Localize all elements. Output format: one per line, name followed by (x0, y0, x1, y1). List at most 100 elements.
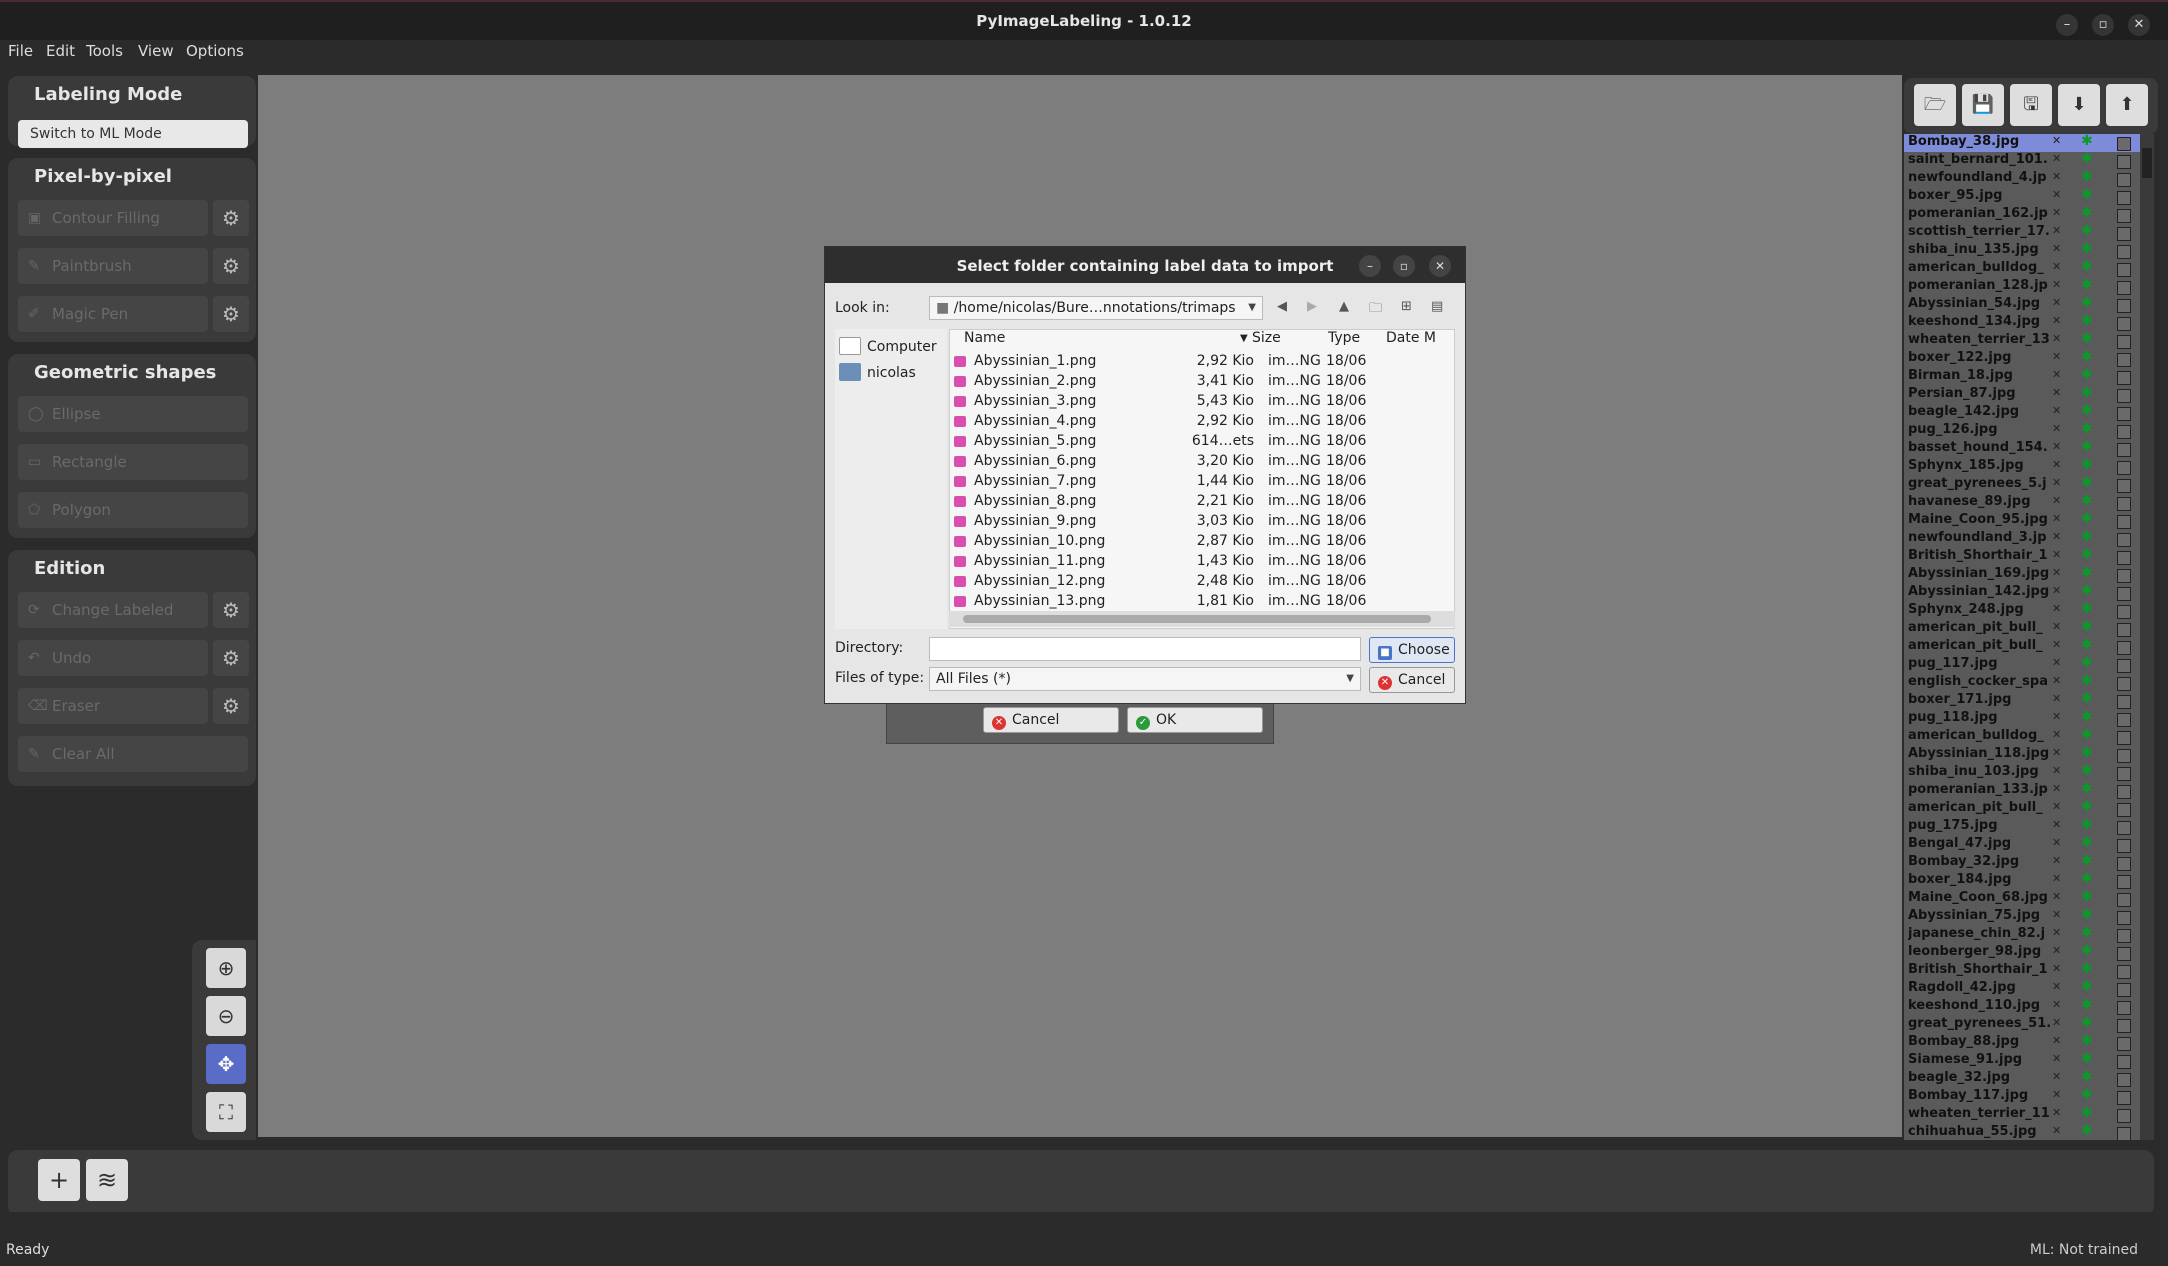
ellipse-button[interactable]: ◯ Ellipse (18, 396, 248, 432)
visibility-checkbox[interactable] (2117, 407, 2131, 421)
remove-icon[interactable]: ✕ (2052, 746, 2061, 759)
remove-icon[interactable]: ✕ (2052, 1088, 2061, 1101)
image-list-item[interactable]: Birman_18.jpg ✕ ✱ (1904, 367, 2140, 386)
visibility-checkbox[interactable] (2117, 1091, 2131, 1105)
visibility-checkbox[interactable] (2117, 839, 2131, 853)
dialog-cancel-button[interactable]: ✕ Cancel (1369, 667, 1455, 693)
visibility-checkbox[interactable] (2117, 587, 2131, 601)
file-row[interactable]: Abyssinian_6.png 3,20 Kio im…NG 18/06 (950, 452, 1450, 472)
minimize-icon[interactable]: – (1359, 255, 1381, 277)
image-list-scrollbar[interactable] (2140, 134, 2154, 1140)
image-list-item[interactable]: boxer_122.jpg ✕ ✱ (1904, 349, 2140, 368)
remove-icon[interactable]: ✕ (2052, 998, 2061, 1011)
back-icon[interactable]: ◀ (1277, 299, 1287, 314)
image-list-item[interactable]: Maine_Coon_95.jpg ✕ ✱ (1904, 511, 2140, 530)
visibility-checkbox[interactable] (2117, 731, 2131, 745)
change-labeled-area-button[interactable]: ⟳Change Labeled Area (18, 592, 208, 655)
remove-icon[interactable]: ✕ (2052, 260, 2061, 273)
image-list-item[interactable]: Ragdoll_42.jpg ✕ ✱ (1904, 979, 2140, 998)
image-list-item[interactable]: Abyssinian_169.jpg ✕ ✱ (1904, 565, 2140, 584)
visibility-checkbox[interactable] (2117, 677, 2131, 691)
visibility-checkbox[interactable] (2117, 605, 2131, 619)
image-list-item[interactable]: Abyssinian_54.jpg ✕ ✱ (1904, 295, 2140, 314)
image-list-item[interactable]: american_pit_bull_ ✕ ✱ (1904, 799, 2140, 818)
visibility-checkbox[interactable] (2117, 767, 2131, 781)
remove-icon[interactable]: ✕ (2052, 422, 2061, 435)
maximize-icon[interactable]: ▫ (1393, 255, 1415, 277)
remove-icon[interactable]: ✕ (2052, 638, 2061, 651)
remove-icon[interactable]: ✕ (2052, 512, 2061, 525)
remove-icon[interactable]: ✕ (2052, 530, 2061, 543)
column-name[interactable]: Name (964, 330, 1005, 350)
image-list-item[interactable]: american_bulldog_ ✕ ✱ (1904, 727, 2140, 746)
visibility-checkbox[interactable] (2117, 1127, 2131, 1140)
image-list-item[interactable]: boxer_184.jpg ✕ ✱ (1904, 871, 2140, 890)
image-list[interactable]: Bombay_38.jpg ✕ ✱ saint_bernard_101. ✕ ✱ newfo… (1904, 134, 2154, 1140)
save-icon[interactable]: 💾 (1962, 84, 2004, 126)
image-list-item[interactable]: havanese_89.jpg ✕ ✱ (1904, 493, 2140, 512)
image-list-item[interactable]: pug_175.jpg ✕ ✱ (1904, 817, 2140, 836)
image-list-item[interactable]: Sphynx_248.jpg ✕ ✱ (1904, 601, 2140, 620)
remove-icon[interactable]: ✕ (2052, 620, 2061, 633)
remove-icon[interactable]: ✕ (2052, 458, 2061, 471)
clear-all-button[interactable]: ✎ Clear All (18, 736, 248, 772)
remove-icon[interactable]: ✕ (2052, 1016, 2061, 1029)
image-list-item[interactable]: shiba_inu_103.jpg ✕ ✱ (1904, 763, 2140, 782)
image-list-item[interactable]: pug_118.jpg ✕ ✱ (1904, 709, 2140, 728)
image-list-item[interactable]: pomeranian_128.jp ✕ ✱ (1904, 277, 2140, 296)
visibility-checkbox[interactable] (2117, 299, 2131, 313)
image-list-item[interactable]: beagle_142.jpg ✕ ✱ (1904, 403, 2140, 422)
visibility-checkbox[interactable] (2117, 1109, 2131, 1123)
image-list-item[interactable]: keeshond_134.jpg ✕ ✱ (1904, 313, 2140, 332)
image-list-item[interactable]: Abyssinian_75.jpg ✕ ✱ (1904, 907, 2140, 926)
magic-pen-button[interactable]: ✐ Magic Pen (18, 296, 208, 332)
image-list-item[interactable]: Bombay_88.jpg ✕ ✱ (1904, 1033, 2140, 1052)
save-all-icon[interactable]: 🖫 (2010, 84, 2052, 126)
remove-icon[interactable]: ✕ (2052, 800, 2061, 813)
visibility-checkbox[interactable] (2117, 191, 2131, 205)
menu-file[interactable]: File (8, 42, 33, 60)
remove-icon[interactable]: ✕ (2052, 1106, 2061, 1119)
file-list[interactable]: Name ▼ Size Type Date M Abyssinian_1.png… (949, 329, 1455, 629)
remove-icon[interactable]: ✕ (2052, 980, 2061, 993)
remove-icon[interactable]: ✕ (2052, 854, 2061, 867)
zoom-out-icon[interactable]: ⊖ (206, 996, 246, 1036)
gear-icon[interactable]: ⚙ (213, 640, 249, 676)
image-list-item[interactable]: pug_126.jpg ✕ ✱ (1904, 421, 2140, 440)
rectangle-button[interactable]: ▭ Rectangle (18, 444, 248, 480)
image-list-item[interactable]: beagle_32.jpg ✕ ✱ (1904, 1069, 2140, 1088)
column-date[interactable]: Date M (1386, 330, 1436, 350)
remove-icon[interactable]: ✕ (2052, 1124, 2061, 1137)
place-nicolas[interactable]: nicolas (839, 363, 916, 381)
file-row[interactable]: Abyssinian_4.png 2,92 Kio im…NG 18/06 (950, 412, 1450, 432)
file-row[interactable]: Abyssinian_9.png 3,03 Kio im…NG 18/06 (950, 512, 1450, 532)
new-folder-icon[interactable]: 🗀 (1369, 299, 1382, 321)
image-list-item[interactable]: saint_bernard_101. ✕ ✱ (1904, 151, 2140, 170)
remove-icon[interactable]: ✕ (2052, 782, 2061, 795)
visibility-checkbox[interactable] (2117, 947, 2131, 961)
visibility-checkbox[interactable] (2117, 623, 2131, 637)
image-list-item[interactable]: boxer_95.jpg ✕ ✱ (1904, 187, 2140, 206)
remove-icon[interactable]: ✕ (2052, 494, 2061, 507)
file-row[interactable]: Abyssinian_8.png 2,21 Kio im…NG 18/06 (950, 492, 1450, 512)
paintbrush-button[interactable]: ✎ Paintbrush (18, 248, 208, 284)
visibility-checkbox[interactable] (2117, 821, 2131, 835)
ok-button[interactable]: ✓ OK (1127, 707, 1263, 733)
remove-icon[interactable]: ✕ (2052, 350, 2061, 363)
visibility-checkbox[interactable] (2117, 443, 2131, 457)
visibility-checkbox[interactable] (2117, 263, 2131, 277)
file-row[interactable]: Abyssinian_10.png 2,87 Kio im…NG 18/06 (950, 532, 1450, 552)
visibility-checkbox[interactable] (2117, 1055, 2131, 1069)
remove-icon[interactable]: ✕ (2052, 692, 2061, 705)
remove-icon[interactable]: ✕ (2052, 170, 2061, 183)
visibility-checkbox[interactable] (2117, 1019, 2131, 1033)
detail-view-icon[interactable]: ▤ (1431, 299, 1443, 314)
remove-icon[interactable]: ✕ (2052, 152, 2061, 165)
image-list-item[interactable]: basset_hound_154. ✕ ✱ (1904, 439, 2140, 458)
visibility-checkbox[interactable] (2117, 1073, 2131, 1087)
remove-icon[interactable]: ✕ (2052, 134, 2061, 147)
image-list-item[interactable]: Bengal_47.jpg ✕ ✱ (1904, 835, 2140, 854)
remove-icon[interactable]: ✕ (2052, 404, 2061, 417)
visibility-checkbox[interactable] (2117, 929, 2131, 943)
horizontal-scrollbar[interactable] (8, 1212, 2154, 1224)
